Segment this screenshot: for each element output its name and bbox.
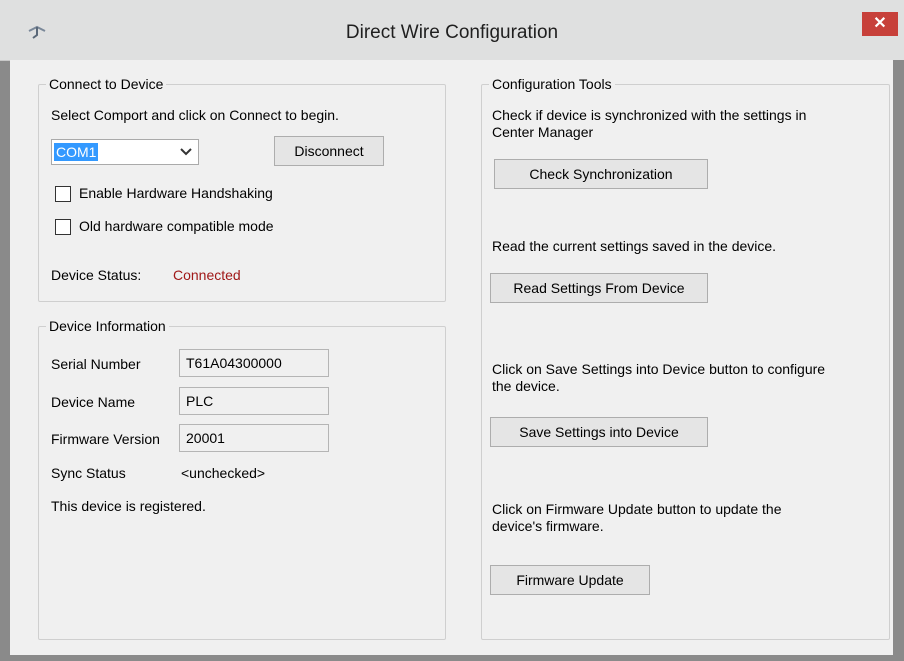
device-name-field[interactable]: PLC [179,387,329,415]
firmware-update-description-line1: Click on Firmware Update button to updat… [492,501,782,517]
sync-description-line1: Check if device is synchronized with the… [492,107,807,123]
close-button[interactable]: ✕ [862,12,898,36]
title-bar: Direct Wire Configuration ✕ [0,0,904,61]
window-title: Direct Wire Configuration [345,22,559,43]
firmware-update-description-line2: device's firmware. [492,518,604,534]
save-settings-description-line1: Click on Save Settings into Device butto… [492,361,826,377]
chevron-down-icon[interactable] [180,146,192,156]
sync-status-value: <unchecked> [181,465,266,481]
firmware-update-button[interactable]: Firmware Update [490,565,650,595]
read-settings-description: Read the current settings saved in the d… [492,238,777,254]
device-status-value: Connected [173,267,241,283]
connect-group-title: Connect to Device [46,76,167,92]
serial-number-field[interactable]: T61A04300000 [179,349,329,377]
old-hardware-checkbox[interactable] [55,219,71,235]
hardware-handshaking-label[interactable]: Enable Hardware Handshaking [79,185,273,201]
hardware-handshaking-checkbox[interactable] [55,186,71,202]
sync-description-line2: Center Manager [492,124,594,140]
config-tools-group-title: Configuration Tools [489,76,615,92]
check-synchronization-button[interactable]: Check Synchronization [494,159,708,189]
window-border-bottom [0,655,904,661]
save-settings-button[interactable]: Save Settings into Device [490,417,708,447]
connect-instruction: Select Comport and click on Connect to b… [51,107,339,123]
registration-status-text: This device is registered. [51,498,206,514]
sync-status-label: Sync Status [51,465,126,481]
comport-select[interactable]: COM1 [51,139,199,165]
comport-selected-value: COM1 [54,143,99,161]
device-status-label: Device Status: [51,267,142,283]
device-info-group-title: Device Information [46,318,169,334]
save-settings-description-line2: the device. [492,378,560,394]
window-border-right [893,60,904,661]
read-settings-button[interactable]: Read Settings From Device [490,273,708,303]
disconnect-button[interactable]: Disconnect [274,136,384,166]
old-hardware-label[interactable]: Old hardware compatible mode [79,218,274,234]
device-name-label: Device Name [51,394,136,410]
serial-number-label: Serial Number [51,356,141,372]
firmware-version-field[interactable]: 20001 [179,424,329,452]
firmware-version-label: Firmware Version [51,431,160,447]
